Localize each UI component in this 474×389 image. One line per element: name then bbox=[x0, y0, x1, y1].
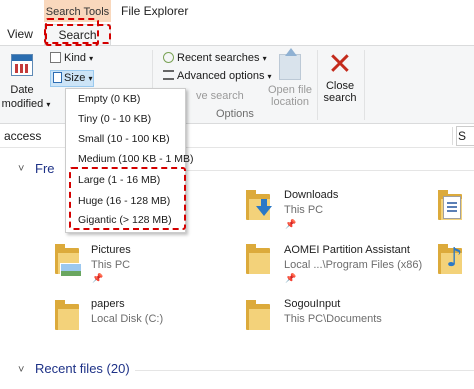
sogouinput-location: This PC\Documents bbox=[284, 313, 382, 325]
kind-label: Kind bbox=[64, 52, 87, 64]
open-file-location-line2: location bbox=[271, 96, 309, 108]
kind-icon bbox=[50, 52, 61, 63]
frequent-folders-title[interactable]: Fre bbox=[35, 161, 55, 176]
pin-icon: 📌 bbox=[285, 273, 297, 283]
address-text: access bbox=[4, 129, 42, 143]
chevron-down-icon: ▾ bbox=[88, 74, 93, 83]
close-search-line2: search bbox=[323, 92, 357, 104]
clock-icon bbox=[163, 52, 174, 63]
sogouinput-name[interactable]: SogouInput bbox=[284, 298, 340, 310]
recent-files-title[interactable]: Recent files (20) bbox=[35, 361, 130, 376]
chevron-down-icon: ▾ bbox=[89, 54, 94, 63]
list-icon bbox=[163, 70, 174, 80]
folder-icon bbox=[246, 244, 270, 274]
size-option-empty[interactable]: Empty (0 KB) bbox=[78, 93, 140, 105]
chevron-down-icon[interactable]: ˅ bbox=[18, 364, 24, 376]
download-arrow-icon bbox=[256, 206, 272, 216]
size-icon bbox=[53, 72, 62, 83]
size-button-highlight bbox=[45, 18, 99, 46]
close-search-button[interactable]: ✕ Close search bbox=[318, 50, 362, 120]
search-box-text: S bbox=[458, 129, 467, 143]
window-title: File Explorer bbox=[121, 4, 189, 18]
aomei-location: Local ...\Program Files (x86) bbox=[284, 259, 423, 271]
folder-icon bbox=[246, 300, 270, 330]
ribbon-separator bbox=[364, 50, 365, 120]
pin-icon: 📌 bbox=[285, 219, 297, 229]
pictures-location: This PC bbox=[91, 259, 131, 271]
advanced-options-button[interactable]: Advanced options ▾ bbox=[163, 70, 272, 82]
aomei-name[interactable]: AOMEI Partition Assistant bbox=[284, 244, 410, 256]
tab-view[interactable]: View bbox=[0, 24, 40, 45]
recent-searches-button[interactable]: Recent searches ▾ bbox=[163, 52, 267, 64]
open-location-icon bbox=[279, 48, 301, 80]
music-note-icon: ♪ bbox=[446, 243, 463, 273]
close-icon: ✕ bbox=[327, 47, 353, 82]
size-label: Size bbox=[64, 72, 86, 84]
downloads-location: This PC bbox=[284, 204, 324, 216]
size-button[interactable]: Size ▾ bbox=[50, 70, 94, 87]
downloads-name[interactable]: Downloads bbox=[284, 189, 338, 201]
close-search-line1: Close bbox=[325, 80, 355, 92]
papers-name[interactable]: papers bbox=[91, 298, 125, 310]
save-search-button[interactable]: ve search bbox=[196, 90, 244, 102]
document-icon bbox=[443, 196, 461, 219]
kind-button[interactable]: Kind ▾ bbox=[50, 52, 93, 68]
date-modified-label-line1: Date bbox=[10, 84, 34, 96]
size-option-tiny[interactable]: Tiny (0 - 10 KB) bbox=[78, 113, 151, 125]
pin-icon: 📌 bbox=[92, 273, 104, 283]
options-group-label: Options bbox=[216, 108, 254, 120]
papers-location: Local Disk (C:) bbox=[91, 313, 164, 325]
chevron-down-icon[interactable]: ˅ bbox=[18, 163, 24, 175]
picture-icon bbox=[60, 263, 82, 277]
recent-searches-label: Recent searches bbox=[177, 52, 260, 64]
folder-icon bbox=[55, 300, 79, 330]
pictures-name[interactable]: Pictures bbox=[91, 244, 131, 256]
date-modified-label-line2: modified ▾ bbox=[1, 98, 51, 110]
open-file-location-line1: Open file bbox=[267, 84, 313, 96]
size-option-medium[interactable]: Medium (100 KB - 1 MB) bbox=[78, 153, 194, 165]
calendar-icon bbox=[11, 54, 33, 76]
section-divider bbox=[135, 370, 474, 371]
date-modified-button[interactable]: Date modified ▾ bbox=[0, 50, 50, 120]
chevron-down-icon: ▾ bbox=[46, 100, 51, 109]
address-divider bbox=[452, 127, 453, 145]
large-sizes-highlight bbox=[69, 167, 186, 230]
advanced-options-label: Advanced options bbox=[177, 70, 265, 82]
open-file-location-button[interactable]: Open file location bbox=[266, 48, 314, 120]
size-option-small[interactable]: Small (10 - 100 KB) bbox=[78, 133, 170, 145]
